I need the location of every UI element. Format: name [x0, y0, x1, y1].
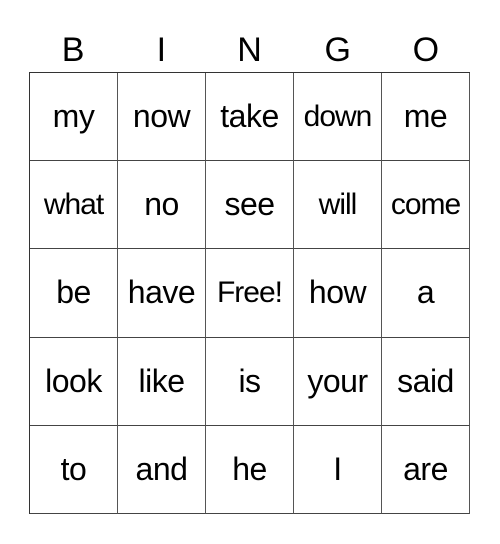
- cell-word: a: [416, 274, 435, 311]
- header-letter-g: G: [324, 31, 351, 69]
- cell-word: said: [397, 362, 454, 399]
- bingo-cell[interactable]: is: [206, 337, 294, 426]
- cell-word: are: [403, 450, 448, 487]
- bingo-cell[interactable]: I: [294, 425, 382, 514]
- cell-word: what: [43, 187, 104, 221]
- bingo-cell[interactable]: to: [30, 425, 118, 514]
- bingo-cell[interactable]: your: [294, 337, 382, 426]
- bingo-cell[interactable]: be: [30, 249, 118, 338]
- bingo-cell[interactable]: will: [294, 161, 382, 250]
- free-space-cell[interactable]: Free!: [206, 249, 294, 338]
- cell-word: be: [56, 274, 91, 311]
- cell-word: how: [308, 274, 367, 311]
- bingo-cell[interactable]: me: [382, 73, 470, 162]
- header-letter-o: O: [412, 31, 440, 69]
- cell-word: Free!: [216, 275, 283, 309]
- header-letter-i: I: [156, 31, 167, 69]
- cell-word: like: [138, 362, 185, 399]
- cell-word: will: [318, 187, 358, 221]
- cell-word: he: [232, 450, 267, 487]
- bingo-cell[interactable]: and: [118, 425, 206, 514]
- bingo-cell[interactable]: what: [30, 161, 118, 250]
- bingo-cell[interactable]: like: [118, 337, 206, 426]
- cell-word: and: [135, 450, 188, 487]
- bingo-cell[interactable]: down: [294, 73, 382, 162]
- bingo-cell[interactable]: no: [118, 161, 206, 250]
- bingo-cell[interactable]: take: [206, 73, 294, 162]
- bingo-cell[interactable]: he: [206, 425, 294, 514]
- cell-word: no: [144, 186, 179, 223]
- bingo-board: my now take down me what no see will come be have Fr…: [29, 72, 470, 514]
- cell-word: my: [52, 98, 95, 135]
- bingo-cell[interactable]: said: [382, 337, 470, 426]
- bingo-cell[interactable]: have: [118, 249, 206, 338]
- bingo-cell[interactable]: now: [118, 73, 206, 162]
- cell-word: to: [60, 450, 87, 487]
- bingo-header: B I N G O: [29, 28, 470, 72]
- cell-word: see: [224, 186, 275, 223]
- bingo-cell[interactable]: see: [206, 161, 294, 250]
- header-letter-b: B: [61, 31, 85, 69]
- cell-word: come: [390, 187, 461, 221]
- cell-word: have: [127, 274, 196, 311]
- cell-word: now: [132, 98, 191, 135]
- bingo-cell[interactable]: are: [382, 425, 470, 514]
- cell-word: down: [303, 99, 373, 133]
- bingo-cell[interactable]: a: [382, 249, 470, 338]
- cell-word: me: [403, 98, 448, 135]
- cell-word: is: [238, 362, 261, 399]
- bingo-cell[interactable]: look: [30, 337, 118, 426]
- header-letter-n: N: [237, 31, 262, 69]
- bingo-cell[interactable]: come: [382, 161, 470, 250]
- bingo-cell[interactable]: my: [30, 73, 118, 162]
- cell-word: your: [307, 362, 368, 399]
- cell-word: take: [220, 98, 279, 135]
- cell-word: look: [45, 362, 102, 399]
- cell-word: I: [333, 450, 342, 487]
- bingo-cell[interactable]: how: [294, 249, 382, 338]
